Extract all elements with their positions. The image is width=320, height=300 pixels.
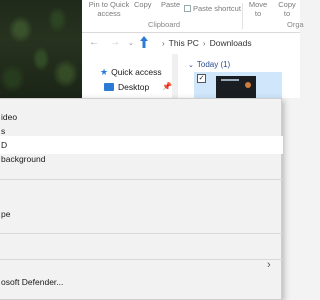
breadcrumb-chevron-icon: › xyxy=(162,39,165,48)
paste-shortcut-label: Paste shortcut xyxy=(193,4,241,13)
context-menu: ideo s D background pe › osoft Defender.… xyxy=(0,98,283,300)
file-item-selected[interactable]: ✓ xyxy=(194,72,282,98)
ribbon: Pin to Quick access Copy Paste Paste sho… xyxy=(82,0,304,33)
paste-shortcut-icon xyxy=(184,5,191,12)
navigation-pane: ★ Quick access Desktop 📌 xyxy=(82,54,172,98)
nav-item-quick-access[interactable]: ★ Quick access xyxy=(100,67,162,78)
ribbon-divider xyxy=(242,3,243,29)
move-to-button[interactable]: Move to xyxy=(248,0,268,18)
desktop-label: Desktop xyxy=(118,82,150,92)
menu-separator xyxy=(0,233,283,234)
recent-locations-chevron-icon[interactable]: ⌄ xyxy=(128,39,134,47)
submenu-chevron-right-icon[interactable]: › xyxy=(267,259,271,271)
copy-to-button[interactable]: Copy to xyxy=(276,0,298,18)
paste-button[interactable]: Paste xyxy=(161,0,180,9)
forward-arrow-icon[interactable]: → xyxy=(110,37,120,48)
menu-item-background[interactable]: background xyxy=(0,150,283,168)
desktop-wallpaper xyxy=(0,0,82,98)
thumbnail-detail xyxy=(221,79,239,81)
pin-to-quick-access-button[interactable]: Pin to Quick access xyxy=(88,0,130,18)
file-thumbnail xyxy=(216,76,256,98)
breadcrumb-chevron-icon: › xyxy=(202,39,206,48)
organize-group-label: Orga xyxy=(287,20,304,29)
paste-shortcut-button[interactable]: Paste shortcut xyxy=(184,4,241,13)
file-list: ⌄ Today (1) ✓ xyxy=(178,54,300,98)
nav-item-desktop[interactable]: Desktop xyxy=(104,82,149,92)
menu-separator xyxy=(0,179,283,180)
clipboard-group-label: Clipboard xyxy=(148,20,181,29)
pin-icon[interactable]: 📌 xyxy=(162,82,172,91)
thumbnail-detail xyxy=(245,82,251,88)
copy-button[interactable]: Copy xyxy=(134,0,152,9)
quick-access-label: Quick access xyxy=(111,67,162,77)
group-label: Today (1) xyxy=(196,60,231,69)
chevron-down-icon: ⌄ xyxy=(188,62,194,69)
menu-item-type[interactable]: pe xyxy=(0,205,283,223)
selection-checkbox[interactable]: ✓ xyxy=(197,74,206,83)
desktop-icon xyxy=(104,83,114,91)
breadcrumb-downloads[interactable]: Downloads xyxy=(210,38,252,48)
star-icon: ★ xyxy=(100,67,109,77)
up-arrow-icon[interactable] xyxy=(139,35,149,49)
breadcrumb-this-pc[interactable]: This PC xyxy=(169,38,199,48)
address-bar: ← → ⌄ › This PC › Downloads xyxy=(82,34,300,52)
file-explorer-window: Pin to Quick access Copy Paste Paste sho… xyxy=(82,0,304,98)
breadcrumb[interactable]: › This PC › Downloads xyxy=(158,36,300,50)
menu-separator xyxy=(0,259,283,260)
back-arrow-icon[interactable]: ← xyxy=(89,37,99,48)
menu-item-microsoft-defender[interactable]: osoft Defender... xyxy=(0,273,283,291)
group-header-today[interactable]: ⌄ Today (1) xyxy=(188,60,230,69)
